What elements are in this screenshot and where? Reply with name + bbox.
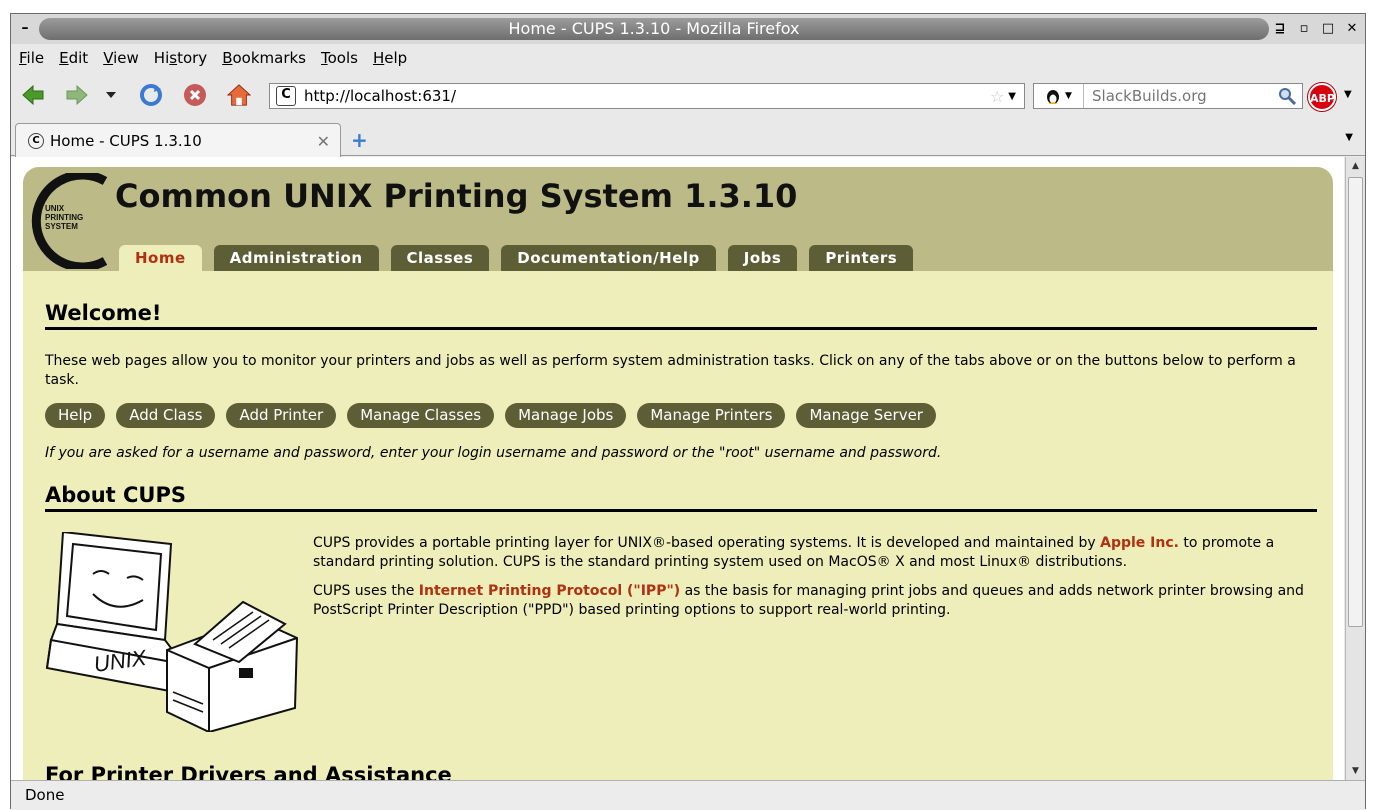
adblock-dropdown-chevron-icon[interactable]: ▼ (1344, 89, 1352, 100)
unix-printer-illustration: UNIX (45, 532, 299, 732)
cups-nav-tabs: Home Administration Classes Documentation/H… (119, 245, 914, 271)
manage-printers-button[interactable]: Manage Printers (637, 403, 786, 428)
url-dropdown-chevron-icon[interactable]: ▼ (1008, 91, 1016, 102)
cups-page: UNIX PRINTING SYSTEM Common UNIX Printin… (23, 167, 1333, 780)
browser-window: – Home - CUPS 1.3.10 - Mozilla Firefox ⊒… (10, 13, 1366, 810)
menu-file[interactable]: File (19, 49, 44, 67)
back-button[interactable] (21, 84, 45, 106)
menu-tools[interactable]: Tools (321, 49, 358, 67)
cups-tab-home[interactable]: Home (119, 245, 202, 271)
page-viewport: UNIX PRINTING SYSTEM Common UNIX Printin… (11, 157, 1344, 780)
reload-button[interactable] (139, 84, 163, 106)
navigation-toolbar: C http://localhost:631/ ☆ ▼ ▼ ABP ▼ (11, 72, 1365, 118)
status-bar: Done (11, 780, 1365, 810)
welcome-heading: Welcome! (45, 301, 1317, 330)
menu-bar: File Edit View History Bookmarks Tools Help (11, 44, 1365, 72)
cups-tab-classes[interactable]: Classes (390, 245, 490, 271)
tab-list-chevron-icon[interactable]: ▼ (1345, 132, 1353, 143)
url-text[interactable]: http://localhost:631/ (304, 87, 990, 105)
svg-text:PRINTING: PRINTING (45, 213, 83, 222)
shade-button[interactable]: ⊒ (1273, 20, 1287, 38)
close-window-button[interactable]: ✕ (1345, 20, 1359, 38)
tab-title: Home - CUPS 1.3.10 (50, 131, 202, 150)
about-heading: About CUPS (45, 483, 1317, 512)
about-paragraph-1: CUPS provides a portable printing layer … (313, 534, 1321, 572)
search-bar[interactable]: ▼ (1033, 83, 1303, 109)
cups-logo: UNIX PRINTING SYSTEM (31, 173, 107, 269)
site-title: Common UNIX Printing System 1.3.10 (115, 177, 798, 215)
address-bar[interactable]: C http://localhost:631/ ☆ ▼ (269, 83, 1025, 109)
home-icon (227, 84, 251, 106)
about-paragraph-2: CUPS uses the Internet Printing Protocol… (313, 582, 1321, 620)
maximize-button[interactable]: □ (1321, 20, 1335, 38)
window-title: Home - CUPS 1.3.10 - Mozilla Firefox (39, 18, 1269, 40)
manage-server-button[interactable]: Manage Server (796, 403, 936, 428)
svg-text:SYSTEM: SYSTEM (45, 222, 78, 231)
new-tab-plus-icon[interactable]: + (351, 128, 368, 152)
bookmark-star-icon[interactable]: ☆ (990, 87, 1004, 106)
stop-button[interactable] (183, 84, 207, 106)
title-bar: – Home - CUPS 1.3.10 - Mozilla Firefox ⊒… (11, 14, 1365, 44)
about-text: CUPS provides a portable printing layer … (313, 534, 1321, 620)
cups-tab-jobs[interactable]: Jobs (727, 245, 798, 271)
cups-body: Welcome! These web pages allow you to mo… (45, 301, 1317, 732)
search-input[interactable] (1090, 86, 1276, 106)
help-button[interactable]: Help (45, 403, 106, 428)
scroll-up-arrow-icon[interactable]: ▲ (1346, 157, 1365, 175)
menu-view[interactable]: View (103, 49, 139, 67)
about-p1-text-a: CUPS provides a portable printing layer … (313, 535, 1101, 551)
cups-tab-printers[interactable]: Printers (809, 245, 914, 271)
close-tab-icon[interactable]: ✕ (317, 132, 330, 151)
svg-text:UNIX: UNIX (45, 204, 65, 213)
home-button[interactable] (227, 84, 251, 106)
tab-favicon-icon: C (28, 132, 44, 149)
site-favicon-icon: C (276, 86, 296, 106)
login-note: If you are asked for a username and pass… (45, 445, 942, 461)
cups-tab-administration[interactable]: Administration (213, 245, 379, 271)
back-arrow-icon (22, 85, 44, 105)
forward-arrow-icon (66, 85, 88, 105)
action-buttons: Help Add Class Add Printer Manage Classes Ma… (45, 403, 1317, 428)
cups-header: UNIX PRINTING SYSTEM Common UNIX Printin… (23, 167, 1333, 271)
chevron-down-icon: ▼ (1065, 91, 1072, 101)
scrollbar-thumb[interactable] (1348, 177, 1363, 627)
manage-classes-button[interactable]: Manage Classes (347, 403, 495, 428)
window-controls: ⊒ ▫ □ ✕ (1273, 20, 1359, 38)
forward-button[interactable] (65, 84, 89, 106)
window-menu-button[interactable]: – (17, 20, 33, 36)
reload-icon (140, 84, 162, 106)
apple-inc-link[interactable]: Apple Inc. (1100, 535, 1179, 551)
scroll-down-arrow-icon[interactable]: ▼ (1346, 762, 1365, 780)
cups-tab-documentation-help[interactable]: Documentation/Help (501, 245, 716, 271)
menu-history[interactable]: History (154, 49, 207, 67)
stop-icon (184, 84, 206, 106)
add-printer-button[interactable]: Add Printer (226, 403, 337, 428)
vertical-scrollbar[interactable]: ▲ ▼ (1345, 157, 1365, 780)
chevron-down-icon (106, 92, 116, 98)
menu-help[interactable]: Help (373, 49, 407, 67)
tab-strip: C Home - CUPS 1.3.10 ✕ + ▼ (11, 118, 1365, 157)
menu-edit[interactable]: Edit (59, 49, 88, 67)
search-icon[interactable] (1276, 85, 1298, 107)
history-dropdown[interactable] (103, 84, 119, 106)
about-section: UNIX CUPS provides a portable printing l… (45, 532, 1317, 732)
manage-jobs-button[interactable]: Manage Jobs (505, 403, 627, 428)
about-p2-text-a: CUPS uses the (313, 583, 419, 599)
tux-penguin-icon (1047, 90, 1060, 104)
search-engine-selector[interactable]: ▼ (1034, 84, 1084, 108)
minimize-button[interactable]: ▫ (1297, 20, 1311, 38)
welcome-text: These web pages allow you to monitor you… (45, 353, 1296, 388)
add-class-button[interactable]: Add Class (116, 403, 216, 428)
tab-home-cups[interactable]: C Home - CUPS 1.3.10 ✕ (15, 123, 341, 157)
drivers-heading: For Printer Drivers and Assistance (45, 763, 452, 780)
menu-bookmarks[interactable]: Bookmarks (222, 49, 306, 67)
ipp-link[interactable]: Internet Printing Protocol ("IPP") (419, 583, 680, 599)
adblock-plus-button[interactable]: ABP (1308, 83, 1336, 111)
